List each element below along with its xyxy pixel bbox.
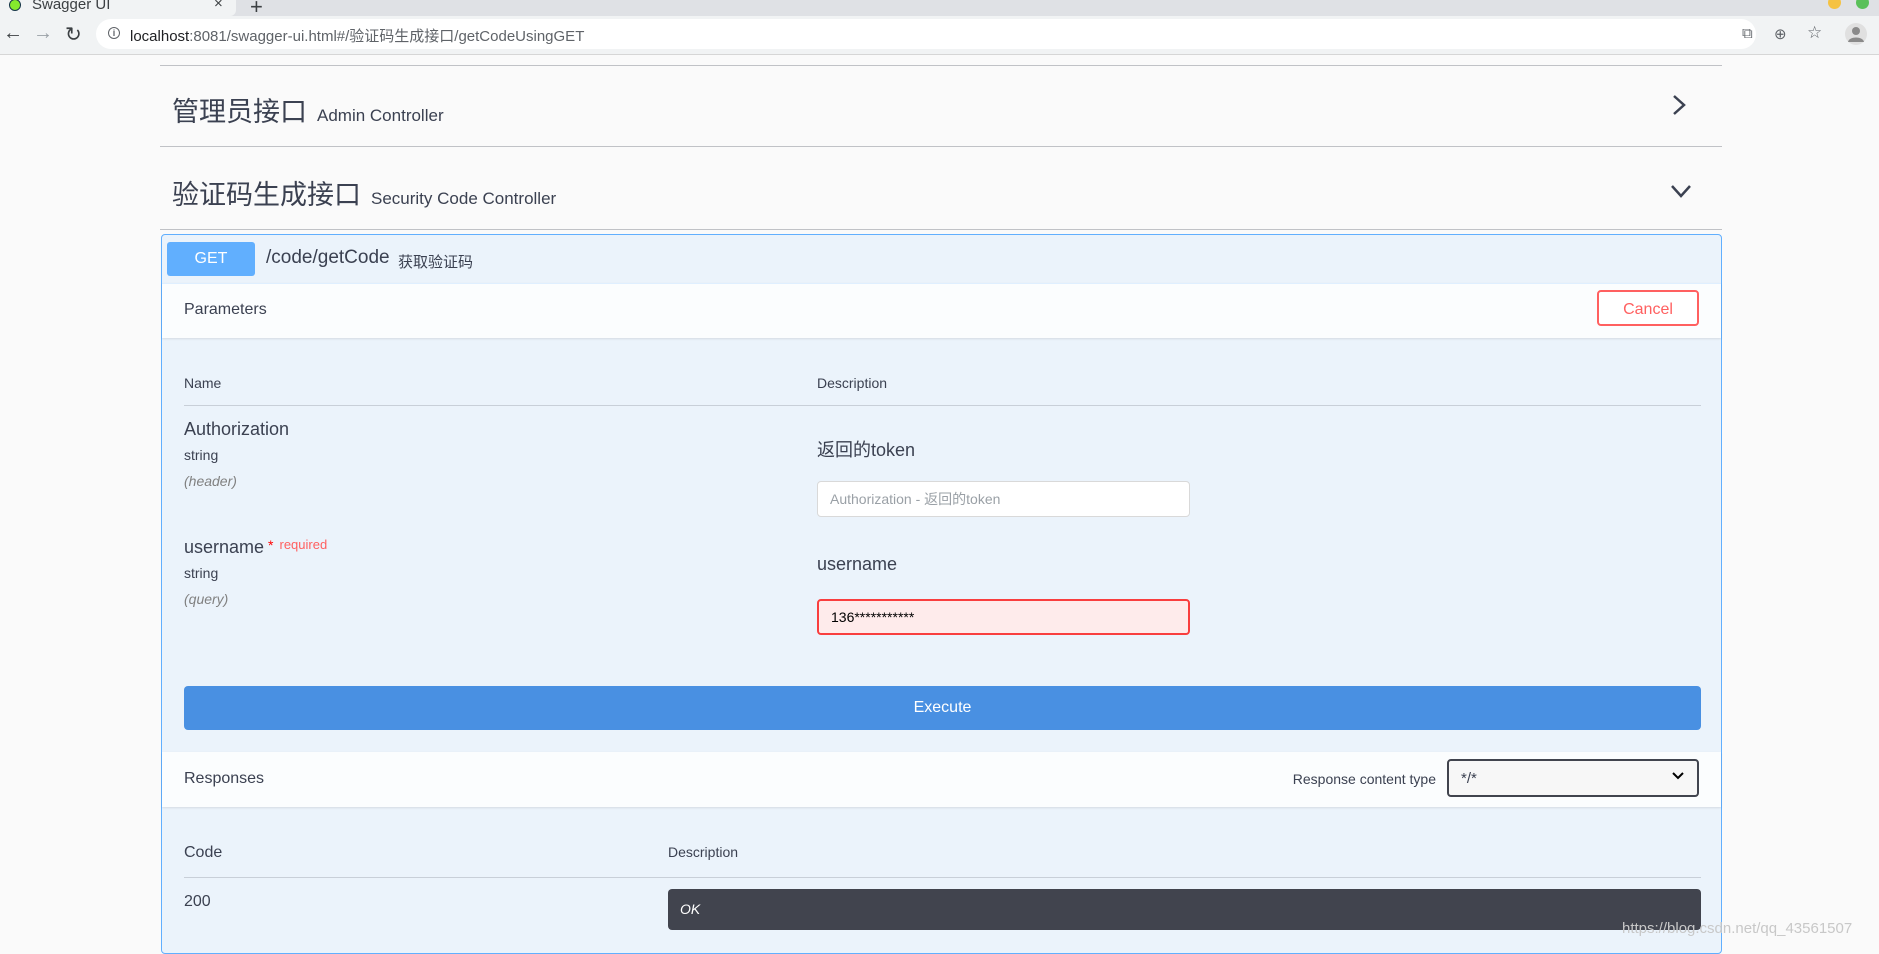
col-header-description: Description [668, 844, 739, 860]
watermark: https://blog.csdn.net/qq_43561507 [1622, 920, 1853, 937]
tag-description: Admin Controller [317, 106, 444, 125]
col-header-code: Code [184, 844, 223, 861]
tag-title: 管理员接口 Admin Controller [172, 90, 444, 129]
divider [184, 877, 1701, 878]
browser-tab[interactable]: Swagger UI × [0, 0, 236, 16]
select-value: */* [1461, 770, 1477, 787]
window-maximize-icon[interactable] [1856, 0, 1869, 9]
site-info-icon[interactable]: i [108, 27, 120, 39]
col-header-name: Name [184, 375, 222, 391]
param-type: string [184, 447, 219, 463]
response-content-type-label: Response content type [1292, 771, 1436, 787]
browser-toolbar: ← → ↻ i localhost:8081/swagger-ui.html#/… [0, 16, 1879, 55]
swagger-favicon-icon [9, 0, 21, 11]
url-host: localhost [130, 28, 190, 45]
response-code: 200 [184, 893, 211, 910]
param-location: (header) [184, 473, 237, 489]
operation-summary-text: 获取验证码 [398, 254, 474, 271]
chevron-down-icon [1672, 772, 1684, 780]
param-name: Authorization [184, 419, 290, 439]
profile-avatar-icon[interactable] [1845, 23, 1867, 45]
authorization-input[interactable] [817, 481, 1190, 517]
tag-section-security-code[interactable]: 验证码生成接口 Security Code Controller [160, 146, 1722, 230]
tag-name: 验证码生成接口 [172, 180, 361, 210]
forward-icon[interactable]: → [33, 22, 53, 45]
reload-icon[interactable]: ↻ [65, 22, 82, 47]
param-name-text: username [184, 537, 265, 557]
bookmark-star-icon[interactable]: ☆ [1807, 23, 1822, 43]
col-header-description: Description [817, 375, 888, 391]
responses-header: Responses Response content type */* [162, 752, 1721, 807]
address-bar[interactable]: i localhost:8081/swagger-ui.html#/验证码生成接… [96, 19, 1756, 49]
param-description: username [817, 554, 898, 574]
execute-button[interactable]: Execute [184, 686, 1701, 730]
zoom-icon[interactable]: ⊕ [1774, 25, 1787, 43]
parameters-title: Parameters [184, 301, 267, 318]
url-path: :8081/swagger-ui.html#/验证码生成接口/getCodeUs… [189, 28, 585, 45]
tag-title: 验证码生成接口 Security Code Controller [172, 173, 556, 212]
chevron-right-icon[interactable] [1672, 94, 1686, 116]
param-type: string [184, 565, 219, 581]
operation-path: /code/getCode [266, 247, 390, 268]
cancel-button[interactable]: Cancel [1597, 290, 1699, 326]
tag-description: Security Code Controller [371, 189, 557, 208]
translate-icon[interactable]: ⧉ [1742, 25, 1753, 42]
operation-summary[interactable]: GET /code/getCode 获取验证码 [162, 235, 1721, 284]
back-icon[interactable]: ← [3, 22, 23, 45]
operation-block: GET /code/getCode 获取验证码 Parameters Cance… [161, 234, 1722, 954]
browser-tab-bar: Swagger UI × + [0, 0, 1879, 19]
tag-name: 管理员接口 [172, 97, 307, 127]
tag-section-admin[interactable]: 管理员接口 Admin Controller [160, 65, 1722, 147]
response-description: OK [680, 901, 701, 917]
responses-title: Responses [184, 770, 265, 787]
tab-close-icon[interactable]: × [214, 0, 223, 12]
window-minimize-icon[interactable] [1828, 0, 1841, 9]
http-method-badge: GET [167, 242, 255, 276]
chevron-down-icon[interactable] [1670, 184, 1692, 198]
param-location: (query) [184, 591, 229, 607]
response-content-type-select[interactable]: */* [1447, 759, 1699, 797]
parameters-header: Parameters Cancel [162, 283, 1721, 338]
required-label: required [279, 537, 328, 552]
divider [184, 405, 1701, 406]
username-input[interactable] [817, 599, 1190, 635]
param-name: username * required [184, 537, 327, 558]
response-description-box: OK [668, 889, 1701, 930]
param-description: 返回的token [817, 440, 916, 460]
tab-title: Swagger UI [32, 0, 111, 13]
required-star: * [268, 537, 274, 553]
url-text[interactable]: localhost:8081/swagger-ui.html#/验证码生成接口/… [130, 25, 584, 46]
